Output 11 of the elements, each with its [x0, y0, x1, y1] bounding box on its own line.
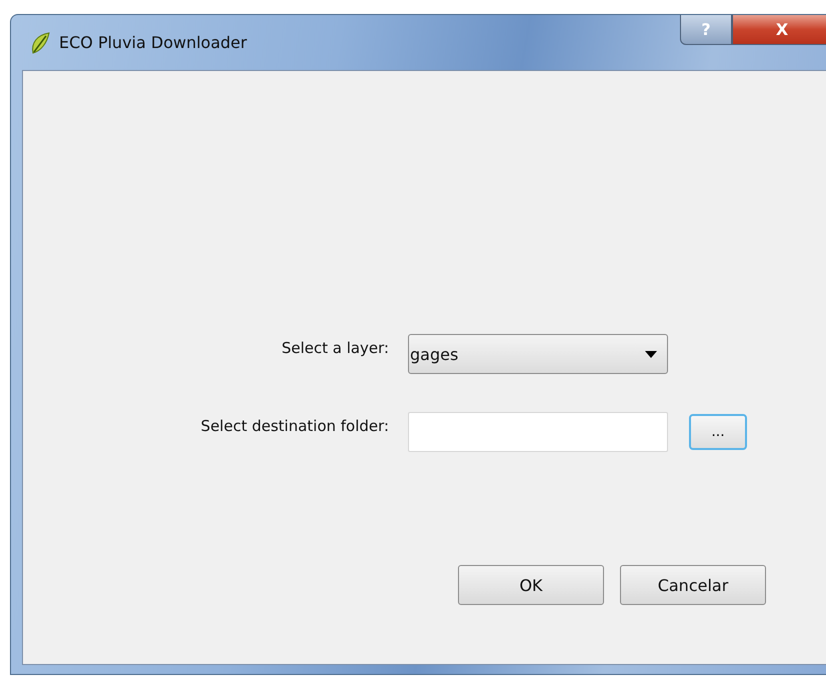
- caret-icon: [645, 350, 657, 358]
- browse-button[interactable]: ...: [689, 414, 747, 450]
- field-label: Select a layer:: [282, 339, 389, 357]
- leaf-icon: [29, 30, 51, 54]
- close-button[interactable]: X: [732, 15, 826, 45]
- folder-field[interactable]: [408, 412, 668, 452]
- cancel-button[interactable]: Cancelar: [620, 565, 766, 605]
- field-label: Select destination folder:: [200, 417, 389, 435]
- layer-dropdown[interactable]: gages: [408, 334, 668, 374]
- ok-button[interactable]: OK: [458, 565, 604, 605]
- window-title: ECO Pluvia Downloader: [59, 33, 247, 52]
